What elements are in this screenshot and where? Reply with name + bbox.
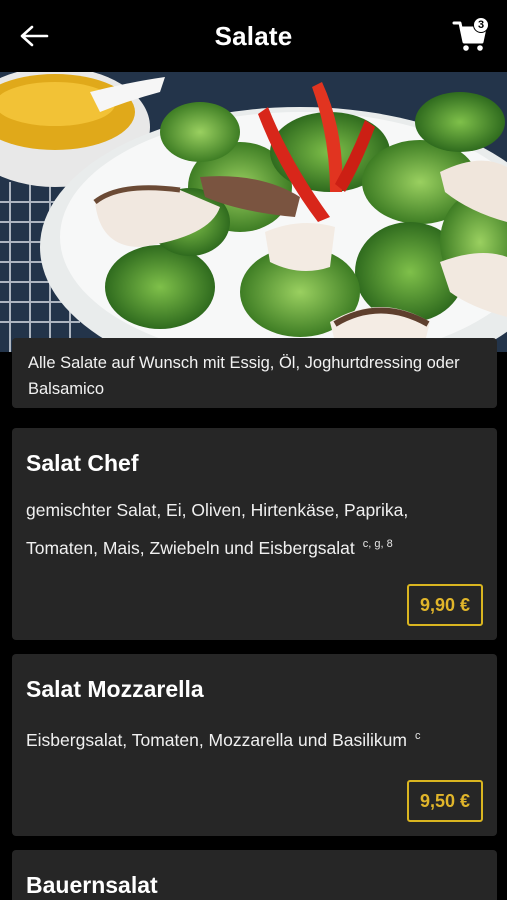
price-button[interactable]: 9,90 € <box>406 584 483 626</box>
menu-item-card[interactable]: Salat Mozzarella Eisbergsalat, Tomaten, … <box>12 654 497 836</box>
back-button[interactable] <box>16 18 52 54</box>
allergen-codes: c <box>414 730 421 742</box>
allergen-codes: c, g, 8 <box>362 538 393 550</box>
price-button[interactable]: 9,50 € <box>406 780 483 822</box>
cart-button[interactable]: 3 <box>451 14 491 54</box>
page-title: Salate <box>214 20 293 51</box>
menu-item-card[interactable]: Salat Chef gemischter Salat, Ei, Oliven,… <box>12 428 497 640</box>
cart-count-badge: 3 <box>473 17 489 33</box>
item-description: Eisbergsalat, Tomaten, Mozzarella und Ba… <box>26 719 481 757</box>
item-name: Salat Mozzarella <box>26 676 204 702</box>
item-name: Bauernsalat <box>26 872 158 898</box>
dressing-info-note: Alle Salate auf Wunsch mit Essig, Öl, Jo… <box>12 338 497 408</box>
hero-image <box>0 72 507 352</box>
salad-bowl-photo <box>0 72 507 352</box>
item-description-text: gemischter Salat, Ei, Oliven, Hirtenkäse… <box>26 500 409 558</box>
app-header: Salate 3 <box>0 0 507 72</box>
menu-item-card[interactable]: Bauernsalat <box>12 850 497 900</box>
item-name: Salat Chef <box>26 450 139 476</box>
item-description: gemischter Salat, Ei, Oliven, Hirtenkäse… <box>26 493 481 565</box>
item-description-text: Eisbergsalat, Tomaten, Mozzarella und Ba… <box>26 730 407 750</box>
arrow-left-icon <box>20 25 49 47</box>
